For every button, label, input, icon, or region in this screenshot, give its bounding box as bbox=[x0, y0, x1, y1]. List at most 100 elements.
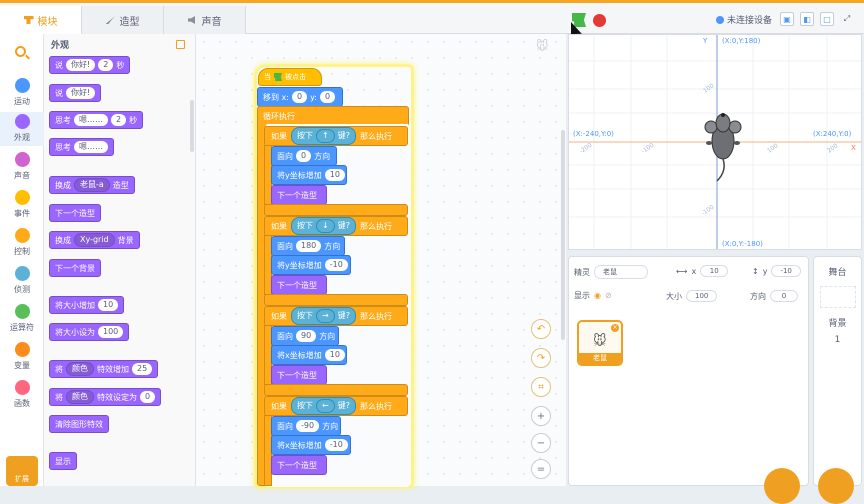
category-sensing[interactable]: 侦测 bbox=[0, 266, 44, 295]
hide-eye-icon[interactable]: ⊘ bbox=[605, 291, 612, 300]
block-switch-costume[interactable]: 换成 老鼠-a 造型 bbox=[49, 176, 135, 194]
block-next-backdrop[interactable]: 下一个背景 bbox=[49, 259, 101, 277]
change-y-block[interactable]: 将y坐标增加 -10 bbox=[271, 255, 351, 275]
point-direction-block[interactable]: 面向 180 方向 bbox=[271, 236, 345, 256]
tab-code[interactable]: 模块 bbox=[0, 6, 82, 34]
block-change-size[interactable]: 将大小增加 10 bbox=[49, 296, 125, 314]
block-input[interactable]: 90 bbox=[296, 330, 317, 342]
category-control[interactable]: 控制 bbox=[0, 228, 44, 257]
block-input[interactable]: 嗯…… bbox=[74, 114, 108, 126]
if-block[interactable]: 如果 按下 ↓ 键? 那么执行 bbox=[264, 216, 408, 236]
block-think[interactable]: 思考 嗯…… bbox=[49, 138, 114, 156]
block-say-for-secs[interactable]: 说 你好! 2 秒 bbox=[49, 56, 131, 74]
key-pressed-block[interactable]: 按下 ↓ 键? bbox=[291, 217, 356, 235]
block-input[interactable]: 0 bbox=[140, 391, 156, 403]
green-flag-button[interactable] bbox=[572, 13, 586, 27]
category-looks[interactable]: 外观 bbox=[0, 112, 44, 146]
block-input[interactable]: 2 bbox=[98, 59, 114, 71]
fullscreen-icon[interactable]: ⤢ bbox=[840, 12, 854, 26]
block-input[interactable]: -10 bbox=[324, 259, 348, 271]
block-input[interactable]: 10 bbox=[324, 169, 345, 181]
block-input[interactable]: 10 bbox=[324, 349, 345, 361]
block-input[interactable]: 25 bbox=[132, 363, 153, 375]
block-clear-effects[interactable]: 清除图形特效 bbox=[49, 415, 109, 433]
search-icon[interactable] bbox=[15, 46, 26, 57]
add-backdrop-button[interactable] bbox=[818, 468, 854, 504]
key-dropdown[interactable]: ← bbox=[316, 399, 335, 413]
next-costume-block[interactable]: 下一个造型 bbox=[271, 275, 327, 295]
small-stage-icon[interactable]: ▣ bbox=[780, 12, 794, 26]
next-costume-block[interactable]: 下一个造型 bbox=[271, 185, 327, 205]
block-next-costume[interactable]: 下一个造型 bbox=[49, 204, 101, 222]
point-direction-block[interactable]: 面向 -90 方向 bbox=[271, 416, 341, 436]
delete-sprite-icon[interactable]: × bbox=[611, 324, 619, 332]
category-functions[interactable]: 函数 bbox=[0, 380, 44, 409]
key-dropdown[interactable]: → bbox=[316, 309, 335, 323]
category-variables[interactable]: 变量 bbox=[0, 342, 44, 371]
device-status[interactable]: 未连接设备 bbox=[716, 13, 772, 26]
when-flag-clicked-block[interactable]: 当 被点击 bbox=[258, 68, 322, 86]
effect-dropdown[interactable]: 颜色 bbox=[66, 362, 94, 376]
add-sprite-button[interactable] bbox=[764, 468, 800, 504]
tab-costumes[interactable]: 造型 bbox=[82, 6, 164, 34]
key-pressed-block[interactable]: 按下 ← 键? bbox=[291, 397, 356, 415]
x-input[interactable]: 10 bbox=[700, 265, 729, 277]
block-set-effect[interactable]: 将 颜色 特效设定为 0 bbox=[49, 388, 162, 406]
point-direction-block[interactable]: 面向 90 方向 bbox=[271, 326, 339, 346]
category-events[interactable]: 事件 bbox=[0, 190, 44, 219]
change-x-block[interactable]: 将x坐标增加 10 bbox=[271, 345, 347, 365]
block-input[interactable]: 嗯…… bbox=[74, 141, 108, 153]
workspace-scrollbar[interactable] bbox=[561, 130, 565, 340]
if-block[interactable]: 如果 按下 → 键? 那么执行 bbox=[264, 306, 408, 326]
stage-selector-panel[interactable]: 舞台 背景 1 bbox=[813, 256, 862, 486]
zoom-reset-icon[interactable]: = bbox=[531, 459, 551, 479]
block-input[interactable]: 10 bbox=[98, 299, 119, 311]
next-costume-block[interactable]: 下一个造型 bbox=[271, 455, 327, 475]
crop-icon[interactable]: ⌗ bbox=[531, 377, 551, 397]
block-input[interactable]: 0 bbox=[291, 91, 308, 103]
if-block[interactable]: 如果 按下 ← 键? 那么执行 bbox=[264, 396, 408, 416]
category-sound[interactable]: 声音 bbox=[0, 152, 44, 181]
if-block[interactable]: 如果 按下 ↑ 键? 那么执行 bbox=[264, 126, 408, 146]
block-input[interactable]: 0 bbox=[319, 91, 336, 103]
category-motion[interactable]: 运动 bbox=[0, 78, 44, 107]
block-change-effect[interactable]: 将 颜色 特效增加 25 bbox=[49, 360, 159, 378]
point-direction-block[interactable]: 面向 0 方向 bbox=[271, 146, 337, 166]
change-y-block[interactable]: 将y坐标增加 10 bbox=[271, 165, 347, 185]
key-dropdown[interactable]: ↓ bbox=[316, 219, 335, 233]
zoom-in-icon[interactable]: + bbox=[531, 406, 551, 426]
block-input[interactable]: -10 bbox=[324, 439, 348, 451]
block-input[interactable]: 你好! bbox=[66, 87, 96, 99]
direction-input[interactable]: 0 bbox=[770, 290, 798, 302]
palette-scrollbar[interactable] bbox=[190, 100, 194, 152]
block-input[interactable]: 2 bbox=[111, 114, 127, 126]
sprite-name-input[interactable]: 老鼠 bbox=[594, 265, 648, 279]
key-pressed-block[interactable]: 按下 → 键? bbox=[291, 307, 356, 325]
large-stage-icon[interactable]: □ bbox=[820, 12, 834, 26]
costume-dropdown[interactable]: 老鼠-a bbox=[74, 178, 110, 192]
pin-icon[interactable] bbox=[176, 40, 185, 49]
key-dropdown[interactable]: ↑ bbox=[316, 129, 335, 143]
block-input[interactable]: 100 bbox=[98, 326, 124, 338]
size-input[interactable]: 100 bbox=[686, 290, 718, 302]
next-costume-block[interactable]: 下一个造型 bbox=[271, 365, 327, 385]
category-operators[interactable]: 运算符 bbox=[0, 304, 44, 333]
backdrop-dropdown[interactable]: Xy-grid bbox=[74, 233, 115, 247]
y-input[interactable]: -10 bbox=[771, 265, 801, 277]
block-say[interactable]: 说 你好! bbox=[49, 84, 102, 102]
block-input[interactable]: 180 bbox=[296, 240, 322, 252]
block-switch-backdrop[interactable]: 换成 Xy-grid 背景 bbox=[49, 231, 140, 249]
extension-button[interactable]: 扩展 bbox=[6, 456, 38, 486]
block-show[interactable]: 显示 bbox=[49, 452, 77, 470]
stage[interactable]: Y (X:0,Y:180) (X:0,Y:-180) (X:-240,Y:0) … bbox=[568, 34, 862, 250]
block-think-for-secs[interactable]: 思考 嗯…… 2 秒 bbox=[49, 111, 144, 129]
block-input[interactable]: -90 bbox=[296, 420, 320, 432]
stage-thumbnail[interactable] bbox=[819, 286, 856, 308]
effect-dropdown[interactable]: 颜色 bbox=[66, 390, 94, 404]
sprite-thumbnail[interactable]: × 🐭 老鼠 bbox=[577, 320, 623, 366]
split-stage-icon[interactable]: ◧ bbox=[800, 12, 814, 26]
change-x-block[interactable]: 将x坐标增加 -10 bbox=[271, 435, 351, 455]
goto-xy-block[interactable]: 移到 x: 0 y: 0 bbox=[257, 87, 343, 107]
mouse-sprite[interactable] bbox=[703, 113, 743, 183]
block-input[interactable]: 你好! bbox=[66, 59, 96, 71]
